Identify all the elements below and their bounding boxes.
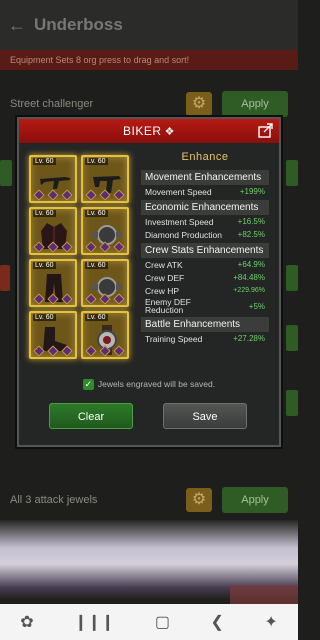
level-label: Lv. 60 [33, 262, 56, 269]
section-heading: Crew Stats Enhancements [141, 243, 269, 258]
stats-panel: Enhance Movement Enhancements Movement S… [141, 151, 269, 345]
stat-name: Crew HP [145, 285, 180, 296]
level-label: Lv. 60 [33, 314, 56, 321]
recent-apps-icon[interactable]: ❙❙❙ [74, 612, 114, 632]
equipment-set-dialog: BIKER ❖ Lv. 60 Lv. 60 Lv. 60 Lv. 60 Lv. … [17, 117, 281, 447]
equipment-slot[interactable]: Lv. 60 [81, 155, 129, 203]
accessibility-icon[interactable]: ✦ [264, 612, 277, 632]
top-bar: ← Underboss [0, 0, 298, 50]
stat-name: Crew DEF [145, 272, 185, 283]
level-label: Lv. 60 [85, 314, 108, 321]
stat-name: Diamond Production [145, 229, 223, 240]
hint-banner: Equipment Sets 8 org press to drag and s… [0, 50, 298, 70]
gear-icon[interactable]: ⚙ [186, 92, 212, 116]
share-icon[interactable] [258, 123, 274, 138]
stat-value: +64.9% [237, 260, 265, 269]
level-label: Lv. 60 [33, 210, 56, 217]
equipment-slot[interactable]: Lv. 60 [81, 259, 129, 307]
enhance-title: Enhance [181, 151, 229, 163]
stat-row: Investment Speed +16.5% [141, 215, 269, 228]
home-icon[interactable]: ▢ [155, 612, 170, 632]
stat-name: Crew ATK [145, 259, 183, 270]
dialog-header: BIKER ❖ [19, 119, 279, 143]
stat-name: Training Speed [145, 333, 203, 344]
stat-value: +84.48% [233, 273, 265, 282]
wing-icon: ❖ [164, 126, 175, 138]
stat-row: Crew DEF +84.48% [141, 271, 269, 284]
save-button[interactable]: Save [163, 403, 247, 429]
stat-value: +27.28% [233, 334, 265, 343]
set-name: Street challenger [10, 98, 94, 110]
system-nav-bar: ✿ ❙❙❙ ▢ ❮ ✦ [0, 604, 298, 640]
rifle-icon [40, 177, 70, 189]
stat-row: Training Speed +27.28% [141, 332, 269, 345]
clear-button[interactable]: Clear [49, 403, 133, 429]
stat-value: +199% [239, 187, 265, 196]
equipment-slot[interactable]: Lv. 60 [29, 311, 77, 359]
stat-row: Crew HP +229.96% [141, 284, 269, 297]
background-fragment [286, 390, 298, 416]
stat-row: Crew ATK +64.9% [141, 258, 269, 271]
equipment-slot[interactable]: Lv. 60 [29, 207, 77, 255]
jewel-icon [61, 189, 73, 201]
set-name: All 3 attack jewels [10, 494, 98, 506]
stat-row: Enemy DEF Reduction +5% [141, 297, 269, 315]
equipment-slot[interactable]: Lv. 60 [29, 259, 77, 307]
apply-button[interactable]: Apply [222, 91, 288, 117]
section-heading: Movement Enhancements [141, 170, 269, 185]
section-heading: Economic Enhancements [141, 200, 269, 215]
level-label: Lv. 60 [85, 158, 108, 165]
level-label: Lv. 60 [33, 158, 56, 165]
page-title: Underboss [34, 15, 123, 34]
stat-name: Investment Speed [145, 216, 214, 227]
stat-value: +5% [248, 301, 265, 311]
equipment-slot[interactable]: Lv. 60 [81, 311, 129, 359]
stat-name: Enemy DEF Reduction [145, 297, 191, 315]
level-label: Lv. 60 [85, 210, 108, 217]
jewel-icon [47, 189, 59, 201]
background-fragment [0, 265, 10, 291]
stat-value: +82.5% [237, 230, 265, 239]
checkmark-icon: ✓ [82, 379, 94, 391]
stat-name: Movement Speed [145, 186, 212, 197]
equipment-set-row: All 3 attack jewels ⚙ Apply [0, 478, 298, 522]
background-fragment [286, 325, 298, 351]
jewel-icon [33, 189, 45, 201]
background-fragment [286, 265, 298, 291]
back-icon[interactable]: ❮ [210, 612, 223, 632]
equipment-slot[interactable]: Lv. 60 [29, 155, 77, 203]
back-arrow-icon[interactable]: ← [8, 15, 26, 36]
stat-value: +16.5% [237, 217, 265, 226]
background-fragment [286, 160, 298, 186]
background-fragment [0, 160, 12, 186]
section-heading: Battle Enhancements [141, 317, 269, 332]
stat-value: +229.96% [233, 287, 265, 294]
stat-row: Movement Speed +199% [141, 185, 269, 198]
equipment-slot[interactable]: Lv. 60 [81, 207, 129, 255]
redaction-blur [230, 585, 298, 605]
gear-icon[interactable]: ⚙ [186, 488, 212, 512]
level-label: Lv. 60 [85, 262, 108, 269]
apply-button[interactable]: Apply [222, 487, 288, 513]
dialog-title: BIKER [123, 124, 162, 138]
save-note: ✓ Jewels engraved will be saved. [19, 379, 279, 391]
assistant-icon[interactable]: ✿ [20, 612, 33, 632]
save-note-text: Jewels engraved will be saved. [97, 379, 216, 389]
stat-row: Diamond Production +82.5% [141, 228, 269, 241]
